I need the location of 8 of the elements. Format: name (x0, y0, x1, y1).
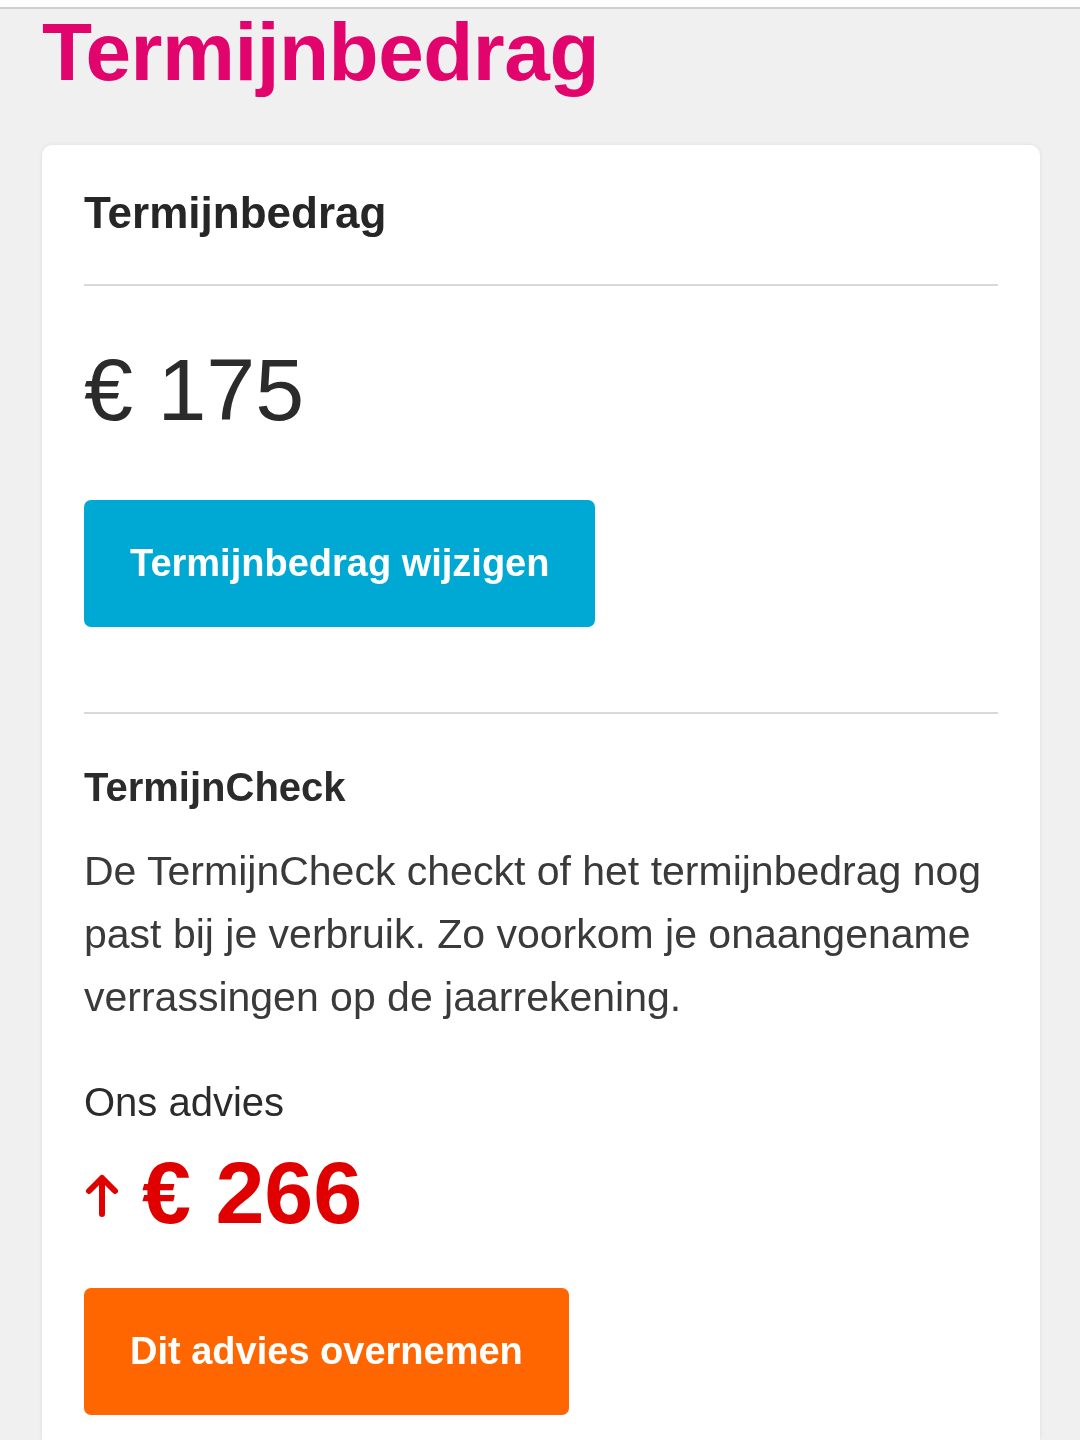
change-amount-button[interactable]: Termijnbedrag wijzigen (84, 500, 596, 627)
advised-amount: € 266 (142, 1149, 363, 1237)
current-amount: € 175 (84, 346, 305, 434)
card-heading: Termijnbedrag (84, 191, 387, 235)
section-heading: TermijnCheck (84, 767, 346, 807)
description-text: De TermijnCheck checkt of het termijnbedrag nog past bij je verbruik. Zo voorkom je onaangename verrassingen op de jaarrekening. (84, 847, 983, 1022)
accept-advice-button[interactable]: Dit advies overnemen (84, 1288, 569, 1415)
advice-label: Ons advies (84, 1082, 285, 1122)
